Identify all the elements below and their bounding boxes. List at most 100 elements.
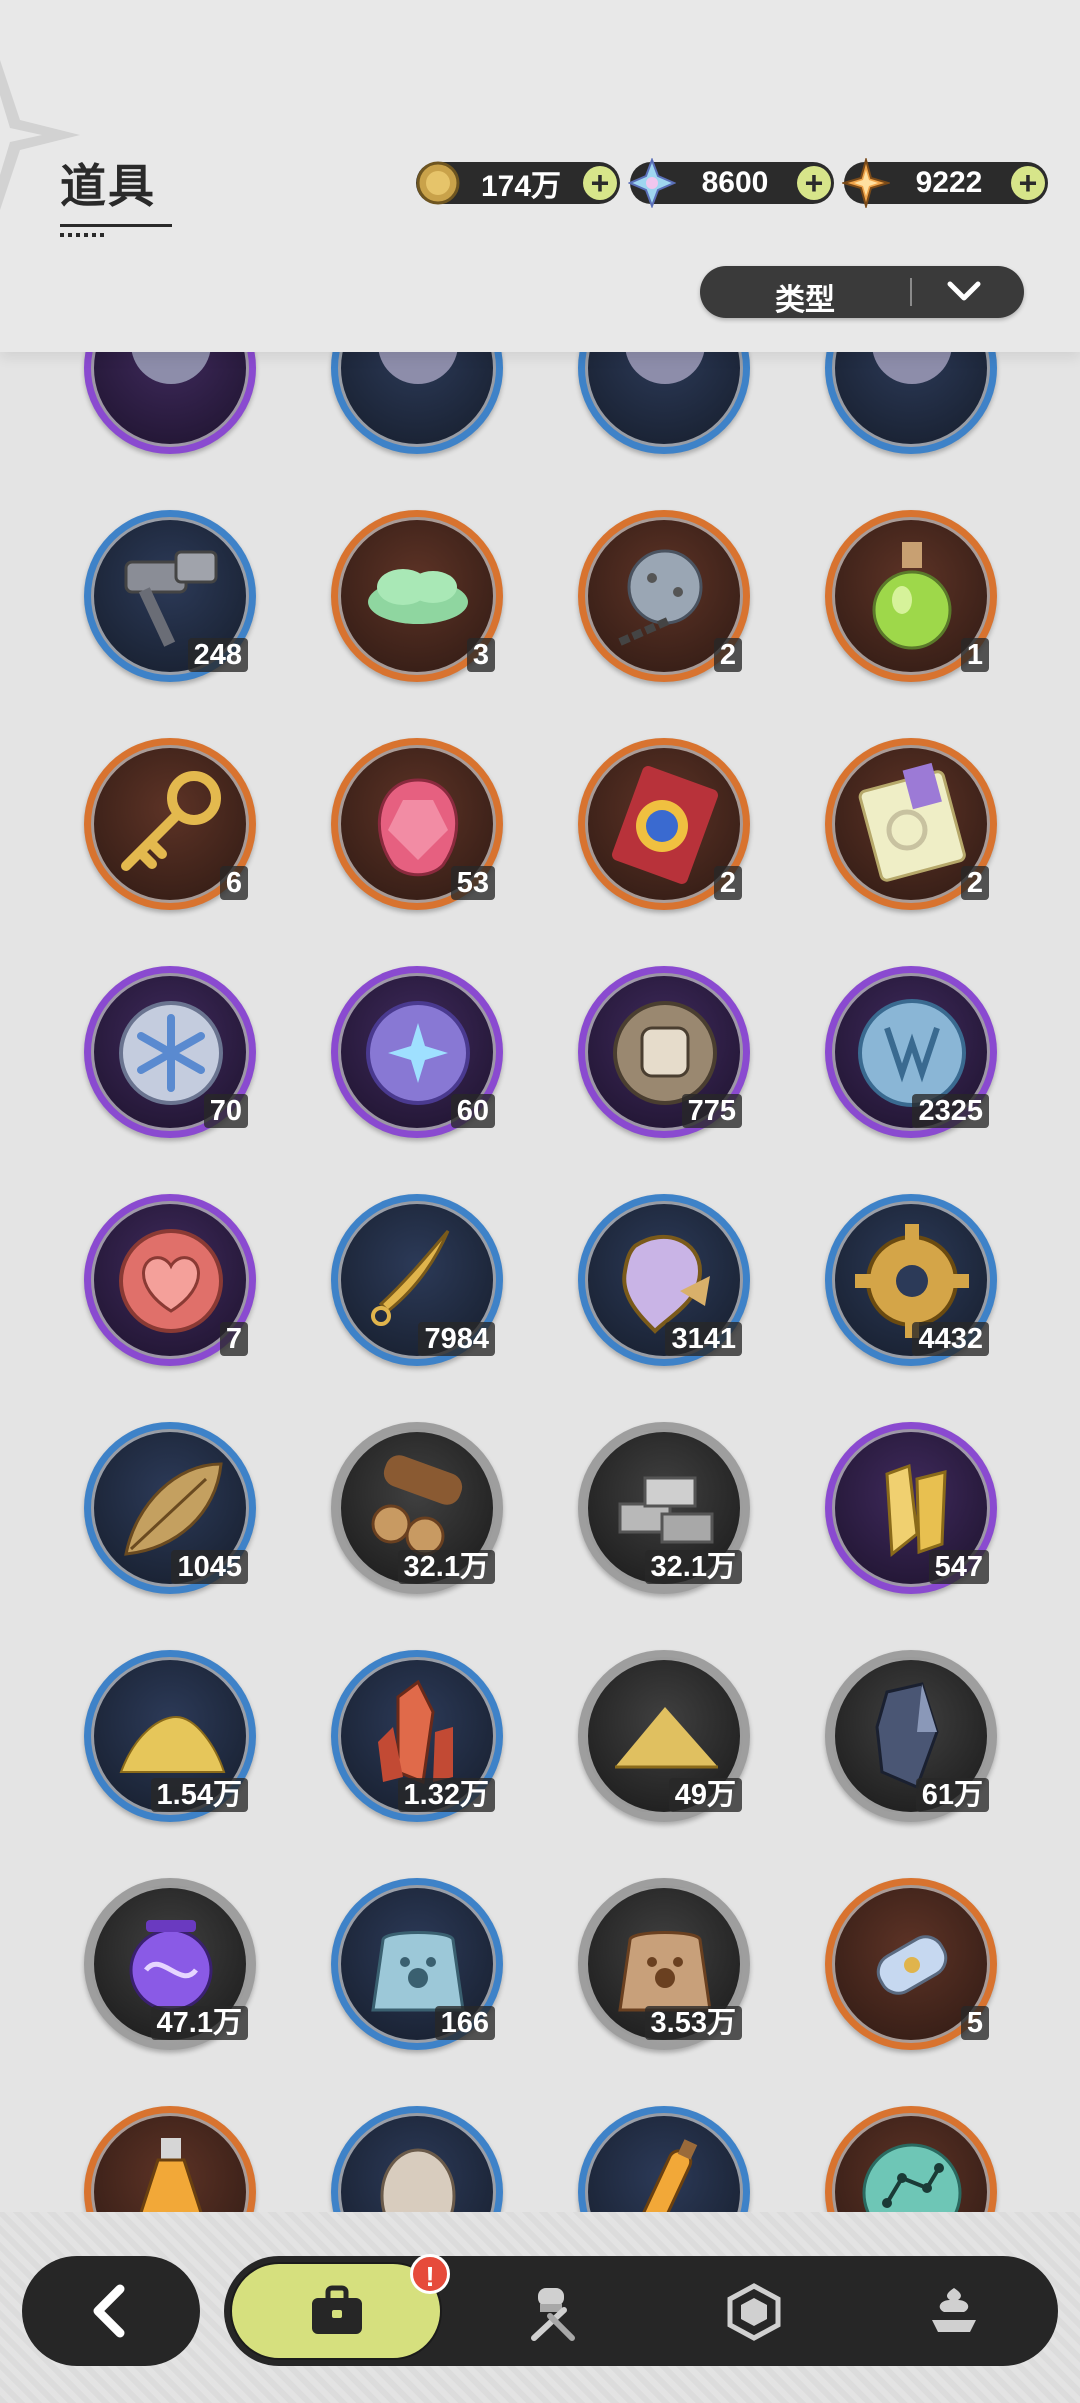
inventory-item[interactable]: 1 — [825, 510, 997, 682]
elixir-flask-icon — [139, 2138, 203, 2212]
gold-amount: 174万 — [480, 170, 562, 203]
item-count: 1045 — [171, 1550, 248, 1584]
heart-coin-icon — [119, 1229, 223, 1333]
add-crystal-button[interactable]: + — [797, 166, 831, 200]
dessert-icon — [932, 2288, 976, 2332]
egg-icon — [380, 2148, 456, 2212]
inventory-item[interactable] — [331, 352, 503, 454]
cloud-icon — [368, 569, 468, 624]
crystal-icon — [628, 158, 676, 208]
item-count: 3.53万 — [644, 2006, 742, 2040]
inventory-item[interactable]: 47.1万 — [84, 1878, 256, 2050]
inventory-item[interactable] — [825, 352, 997, 454]
potion-bottle-icon — [872, 542, 952, 650]
item-count: 5 — [960, 2006, 989, 2040]
inventory-item[interactable]: 32.1万 — [331, 1422, 503, 1594]
item-count: 47.1万 — [150, 2006, 248, 2040]
inventory-item[interactable]: 248 — [84, 510, 256, 682]
filter-divider — [910, 278, 912, 306]
item-count: 547 — [928, 1550, 989, 1584]
item-count: 32.1万 — [644, 1550, 742, 1584]
item-grid: 248 3 2 1 6 53 2 2 70 60 775 2325 7 7984 3141 4432 1045 3… — [84, 352, 997, 2212]
inventory-item[interactable]: 2325 — [825, 966, 997, 1138]
inventory-item[interactable]: 2 — [578, 510, 750, 682]
inventory-item[interactable]: 1 — [331, 2106, 503, 2212]
inventory-item[interactable]: 3.53万 — [578, 1878, 750, 2050]
item-frame — [338, 352, 496, 447]
item-frame — [91, 352, 249, 447]
item-count: 61万 — [915, 1778, 989, 1812]
item-count: 6 — [219, 866, 248, 900]
key-icon — [121, 771, 221, 871]
inventory-item[interactable]: 49万 — [578, 1650, 750, 1822]
item-grid-scroll[interactable]: 248 3 2 1 6 53 2 2 70 60 775 2325 7 7984 3141 4432 1045 3… — [0, 352, 1080, 2212]
partial-item-icon — [625, 352, 705, 384]
item-frame — [585, 2113, 743, 2212]
title-dots — [60, 233, 108, 237]
currency-gold: 174万 + — [416, 161, 620, 205]
item-count: 248 — [187, 638, 248, 672]
inventory-item[interactable]: 60 — [331, 966, 503, 1138]
spiked-ball-icon — [618, 549, 703, 646]
item-count: 60 — [450, 1094, 495, 1128]
inventory-item[interactable] — [578, 352, 750, 454]
add-gold-button[interactable]: + — [583, 166, 617, 200]
inventory-item[interactable]: 166 — [331, 1878, 503, 2050]
nav-tab-bar: ! — [224, 2254, 1058, 2366]
inventory-item[interactable]: 53 — [331, 738, 503, 910]
bag-notification-badge: ! — [410, 2254, 450, 2294]
bag-icon — [312, 2285, 362, 2334]
inventory-item[interactable]: 1045 — [84, 1422, 256, 1594]
page-title-block: 道具 — [60, 150, 172, 237]
inventory-item[interactable]: 5 — [825, 1878, 997, 2050]
inventory-item[interactable]: 6 — [84, 738, 256, 910]
inventory-item[interactable]: 2 — [825, 738, 997, 910]
star-shard-icon — [842, 158, 890, 208]
inventory-item[interactable]: 32.1万 — [578, 1422, 750, 1594]
item-count: 2 — [960, 866, 989, 900]
back-arrow-icon — [93, 2284, 125, 2338]
tab-desserts[interactable] — [894, 2256, 1014, 2366]
tab-gems[interactable] — [694, 2256, 814, 2366]
tab-chef-tools[interactable] — [494, 2256, 614, 2366]
ticket-wheel-icon — [612, 766, 718, 884]
page-title: 道具 — [60, 159, 156, 213]
tab-bag[interactable]: ! — [230, 2254, 450, 2360]
inventory-item[interactable]: 1 — [84, 2106, 256, 2212]
inventory-item[interactable]: 775 — [578, 966, 750, 1138]
inventory-item[interactable]: 61万 — [825, 1650, 997, 1822]
type-filter-dropdown[interactable]: 类型 — [700, 266, 1024, 318]
inventory-item[interactable]: 4432 — [825, 1194, 997, 1366]
item-count: 70 — [203, 1094, 248, 1128]
item-count: 4432 — [912, 1322, 989, 1356]
inventory-item[interactable]: 2 — [578, 738, 750, 910]
item-count: 1.54万 — [150, 1778, 248, 1812]
add-star-button[interactable]: + — [1011, 166, 1045, 200]
currency-star: 9222 + — [842, 158, 1048, 208]
inventory-item[interactable]: 1 — [825, 2106, 997, 2212]
chef-tools-icon — [531, 2288, 575, 2341]
hexagon-gem-icon — [727, 2283, 781, 2341]
back-button[interactable] — [22, 2256, 200, 2366]
partial-item-icon — [872, 352, 952, 384]
inventory-item[interactable]: 1.32万 — [331, 1650, 503, 1822]
ticket-pass-icon — [858, 762, 966, 882]
inventory-item[interactable]: 547 — [825, 1422, 997, 1594]
item-frame — [91, 2113, 249, 2212]
inventory-item[interactable]: 70 — [84, 966, 256, 1138]
item-count: 7 — [219, 1322, 248, 1356]
gold-coin-icon — [416, 161, 460, 205]
inventory-item[interactable]: 3141 — [578, 1194, 750, 1366]
inventory-item[interactable] — [84, 352, 256, 454]
inventory-item[interactable]: 7984 — [331, 1194, 503, 1366]
chevron-down-icon — [947, 281, 981, 301]
item-count: 32.1万 — [397, 1550, 495, 1584]
constellation-orb-icon — [862, 2143, 962, 2212]
inventory-item[interactable]: 3 — [331, 510, 503, 682]
item-count: 2325 — [912, 1094, 989, 1128]
title-underline — [60, 224, 172, 227]
inventory-item[interactable]: 1.54万 — [84, 1650, 256, 1822]
inventory-item[interactable]: 5 — [578, 2106, 750, 2212]
item-count: 1 — [960, 638, 989, 672]
inventory-item[interactable]: 7 — [84, 1194, 256, 1366]
